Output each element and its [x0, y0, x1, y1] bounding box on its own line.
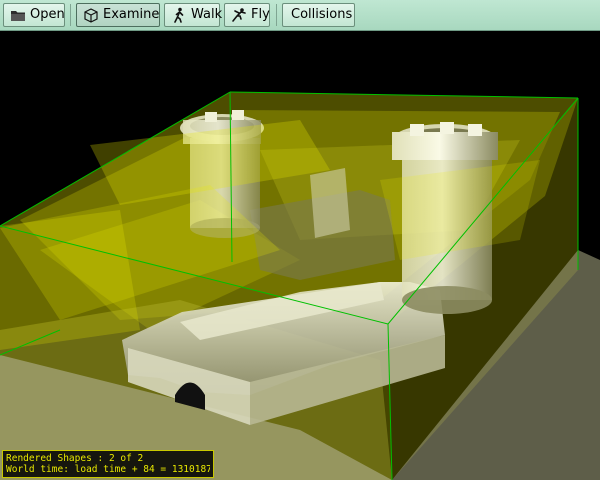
3d-viewport[interactable] — [0, 31, 600, 480]
fly-button[interactable]: Fly — [224, 3, 270, 27]
open-label: Open — [30, 7, 65, 22]
examine-button[interactable]: Examine — [76, 3, 160, 27]
walking-person-icon — [171, 7, 187, 23]
flying-icon — [231, 7, 247, 23]
collisions-label: Collisions — [291, 7, 353, 22]
3d-scene — [0, 31, 600, 480]
walk-button[interactable]: Walk — [164, 3, 222, 27]
toolbar-separator — [70, 4, 71, 26]
world-time-text: World time: load time + 84 = 1310187140 — [6, 464, 210, 475]
fly-label: Fly — [251, 7, 270, 22]
toolbar: Open Examine Walk Fly Collisions — [0, 0, 600, 31]
collisions-toggle[interactable]: Collisions — [282, 3, 355, 27]
folder-icon — [10, 7, 26, 23]
toolbar-separator — [276, 4, 277, 26]
viewer-window: Open Examine Walk Fly Collisions Rendere… — [0, 0, 600, 480]
status-overlay: Rendered Shapes : 2 of 2 World time: loa… — [2, 450, 214, 478]
examine-label: Examine — [103, 7, 160, 22]
cube-icon — [83, 7, 99, 23]
rendered-shapes-text: Rendered Shapes : 2 of 2 — [6, 453, 144, 464]
open-button[interactable]: Open — [3, 3, 65, 27]
